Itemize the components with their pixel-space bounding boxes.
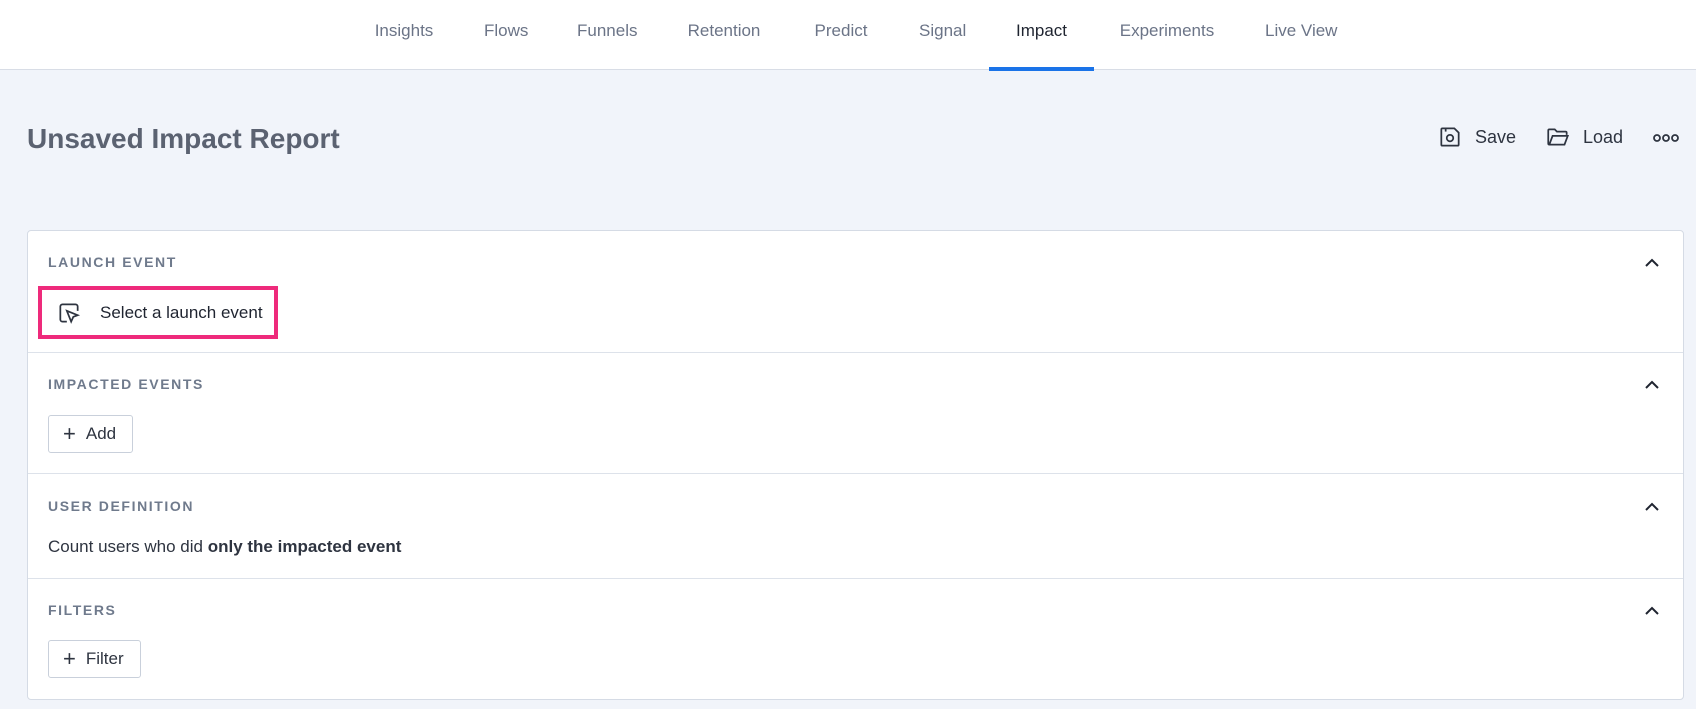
tab-retention[interactable]: Retention [685, 0, 763, 70]
user-definition-heading: USER DEFINITION [48, 498, 195, 514]
plus-icon: + [63, 421, 76, 446]
user-definition-prefix: Count users who did [48, 537, 203, 556]
select-launch-event-button[interactable]: Select a launch event [38, 286, 278, 339]
tab-predict[interactable]: Predict [812, 0, 870, 70]
impacted-events-heading: IMPACTED EVENTS [48, 376, 204, 392]
save-icon [1440, 127, 1460, 147]
tab-insights[interactable]: Insights [374, 0, 434, 70]
filters-section: FILTERS + Filter [28, 578, 1683, 701]
user-definition-section: USER DEFINITION Count users who did only… [28, 473, 1683, 578]
add-impacted-event-button[interactable]: + Add [48, 415, 134, 453]
filters-heading: FILTERS [48, 602, 117, 618]
cursor-select-icon [59, 302, 81, 324]
select-launch-event-label: Select a launch event [100, 302, 263, 322]
save-button[interactable]: Save [1437, 124, 1516, 150]
chevron-up-icon[interactable] [1643, 376, 1661, 394]
filter-label: Filter [85, 649, 124, 668]
tab-flows[interactable]: Flows [484, 0, 528, 70]
chevron-up-icon[interactable] [1643, 602, 1661, 620]
plus-icon: + [63, 646, 76, 671]
launch-event-heading: LAUNCH EVENT [48, 254, 177, 270]
report-config-panel: LAUNCH EVENT Select a launch event IMPAC… [27, 230, 1684, 700]
add-filter-button[interactable]: + Filter [48, 640, 141, 678]
add-label: Add [85, 424, 117, 443]
impacted-events-section: IMPACTED EVENTS + Add [28, 352, 1683, 473]
chevron-up-icon[interactable] [1643, 498, 1661, 516]
more-horizontal-icon[interactable] [1652, 128, 1680, 148]
launch-event-section: LAUNCH EVENT Select a launch event [28, 231, 1683, 352]
load-button[interactable]: Load [1545, 124, 1623, 150]
folder-icon [1547, 128, 1570, 146]
user-definition-option[interactable]: only the impacted event [208, 537, 402, 556]
tab-impact[interactable]: Impact [989, 0, 1094, 71]
load-label: Load [1583, 126, 1624, 147]
top-navigation: Insights Flows Funnels Retention Predict… [0, 0, 1696, 71]
tab-signal[interactable]: Signal [919, 0, 966, 70]
user-definition-text: Count users who did only the impacted ev… [48, 537, 401, 557]
chevron-up-icon[interactable] [1643, 254, 1661, 272]
page-title: Unsaved Impact Report [27, 123, 340, 154]
tab-funnels[interactable]: Funnels [577, 0, 637, 70]
tab-experiments[interactable]: Experiments [1118, 0, 1216, 70]
tab-live-view[interactable]: Live View [1265, 0, 1337, 70]
save-label: Save [1475, 126, 1517, 147]
